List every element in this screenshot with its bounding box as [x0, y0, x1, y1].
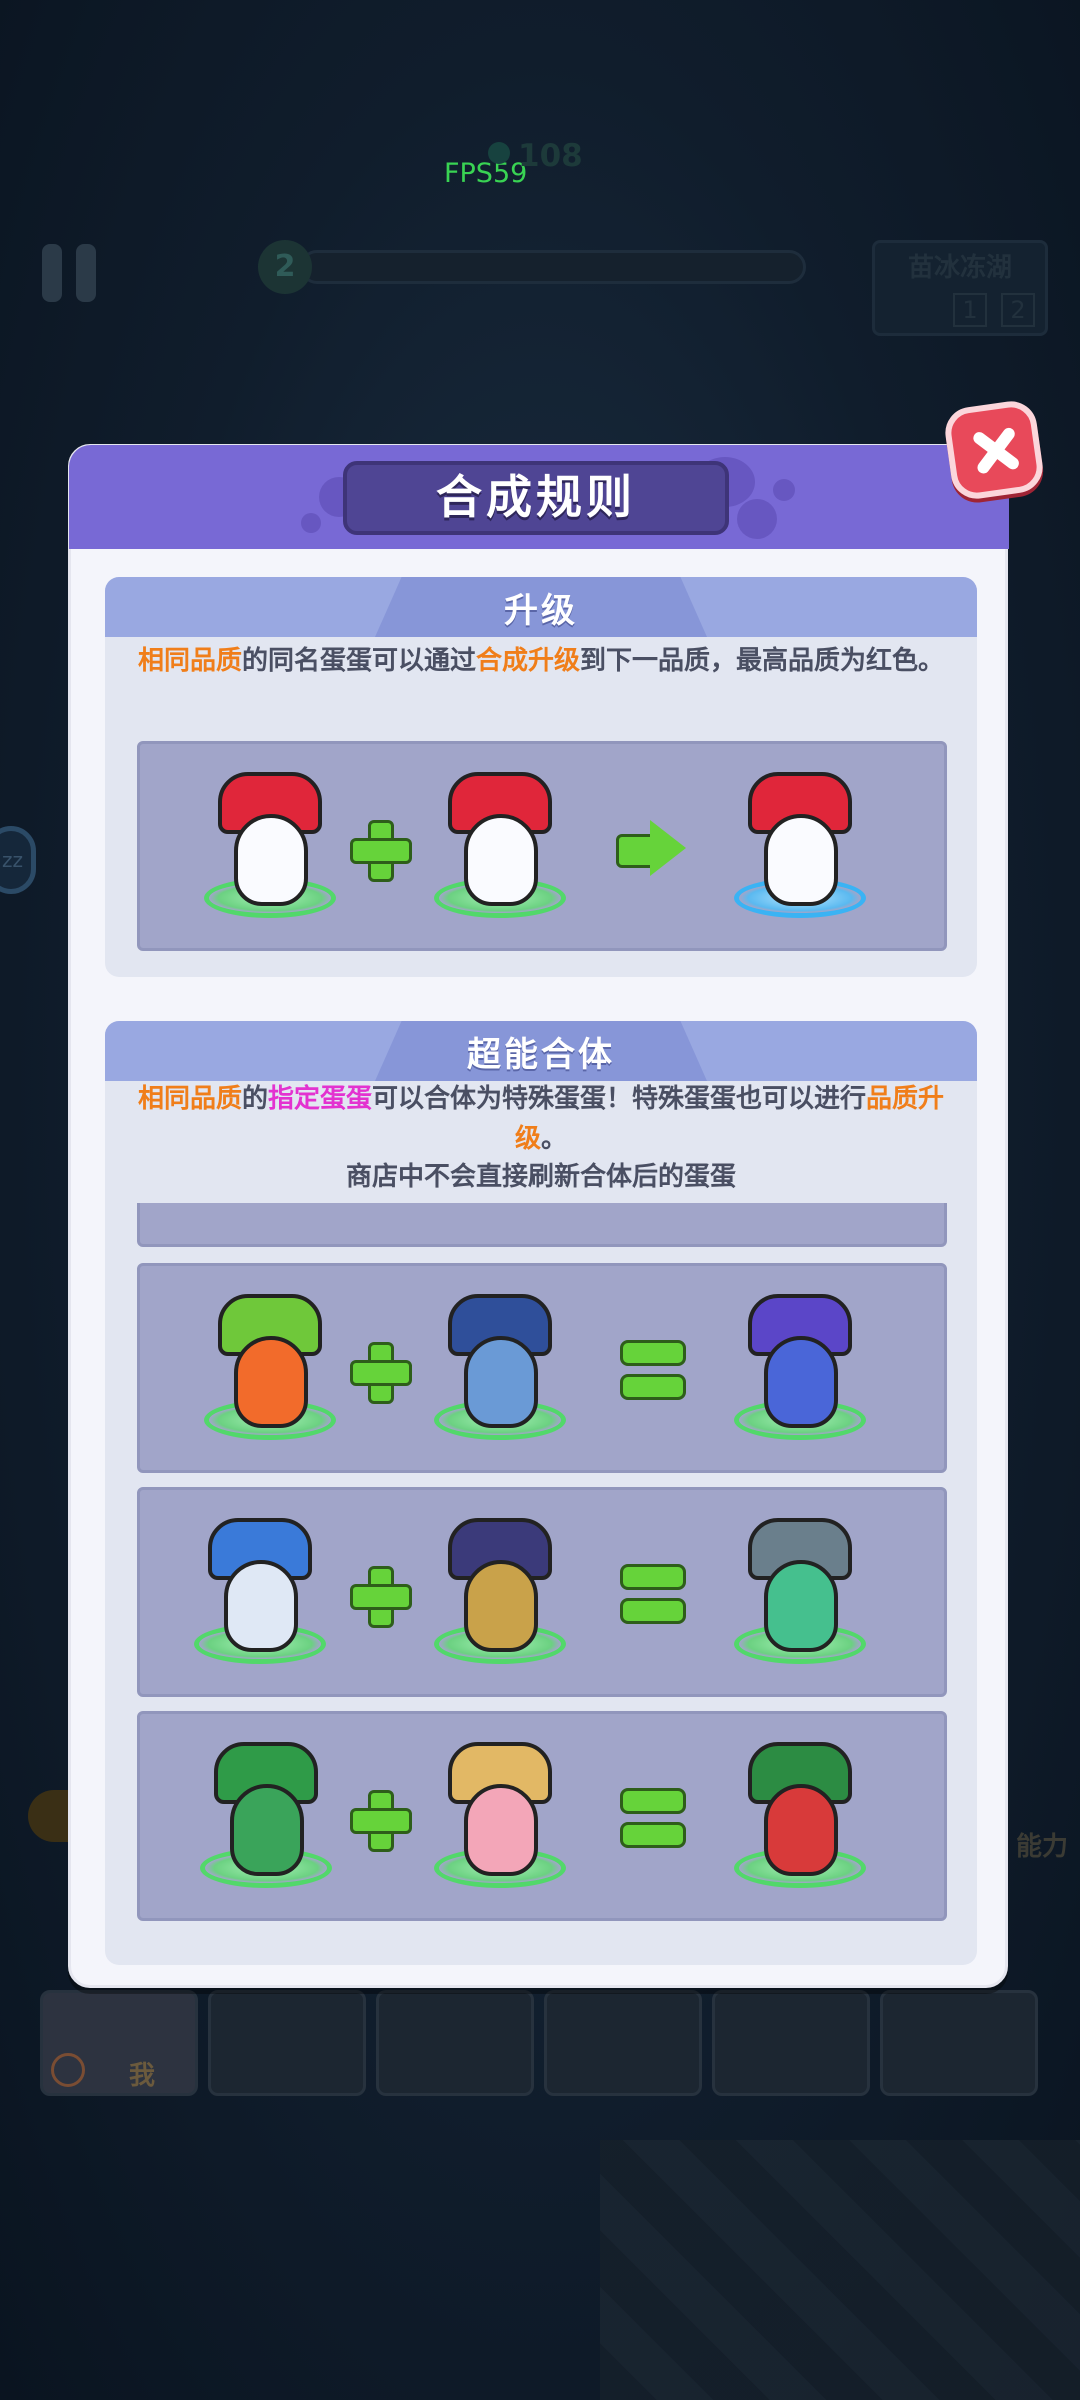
stage-page-total: 2 — [1001, 293, 1035, 327]
unit-slot[interactable] — [544, 1990, 702, 2096]
stage-name: 苗冰冻湖 — [907, 253, 1012, 283]
cyborg-egg-hero — [730, 1510, 870, 1670]
equals-icon — [620, 1564, 686, 1624]
arrow-right-icon — [616, 820, 688, 876]
fusion-header-area: 超能合体 相同品质的指定蛋蛋可以合体为特殊蛋蛋！特殊蛋蛋也可以进行品质升级。 商… — [105, 1021, 977, 1203]
unit-slot[interactable] — [712, 1990, 870, 2096]
fps-counter: FPS59 — [444, 158, 528, 189]
pause-bar-icon — [42, 244, 62, 302]
auto-sleep-button[interactable]: zz — [0, 826, 36, 894]
desc-text: 到下一品质，最高品质为红色。 — [580, 646, 945, 676]
red-egg-hero — [200, 764, 340, 924]
highlight-text: 相同品质 — [137, 646, 242, 676]
plus-icon — [350, 820, 412, 882]
unit-slot[interactable] — [880, 1990, 1038, 2096]
dialog-title: 合成规则 — [343, 461, 729, 535]
reindeer-tree-egg-hero — [196, 1734, 336, 1894]
unit-slot[interactable] — [376, 1990, 534, 2096]
gem-icon — [488, 142, 510, 164]
wave-progress-bar — [300, 250, 806, 284]
egg-body — [464, 1336, 538, 1428]
upgrade-section: 升级 相同品质的同名蛋蛋可以通过合成升级到下一品质，最高品质为红色。 — [105, 577, 977, 977]
equals-icon — [620, 1788, 686, 1848]
fusion-section: 超能合体 相同品质的指定蛋蛋可以合体为特殊蛋蛋！特殊蛋蛋也可以进行品质升级。 商… — [105, 1021, 977, 1965]
plus-icon — [350, 1790, 412, 1852]
wave-badge: 2 — [258, 240, 312, 294]
egg-body — [230, 1784, 304, 1876]
plus-icon — [350, 1342, 412, 1404]
dialog-header: 合成规则 — [69, 445, 1009, 549]
egg-body — [234, 1336, 308, 1428]
robot-egg-hero — [190, 1510, 330, 1670]
upgrade-title: 升级 — [504, 591, 578, 631]
red-egg-hero-upgraded — [730, 764, 870, 924]
stage-page-current: 1 — [953, 293, 987, 327]
pause-bar-icon — [76, 244, 96, 302]
highlight-text: 相同品质 — [137, 1084, 242, 1114]
egg-body — [464, 1784, 538, 1876]
fusion-shop-note: 商店中不会直接刷新合体后的蛋蛋 — [345, 1162, 736, 1192]
egg-body — [224, 1560, 298, 1652]
section-header: 超能合体 — [105, 1021, 977, 1081]
fusion-description: 相同品质的指定蛋蛋可以合体为特殊蛋蛋！特殊蛋蛋也可以进行品质升级。 — [125, 1079, 957, 1159]
equals-icon — [620, 1340, 686, 1400]
header-decor — [301, 513, 321, 533]
farmer-egg-hero — [430, 1734, 570, 1894]
recipe-row — [137, 1263, 947, 1473]
me-label: 我 — [129, 2061, 156, 2091]
egg-body — [234, 814, 308, 906]
christmas-egg-hero — [730, 1734, 870, 1894]
rambo-egg-hero — [430, 1510, 570, 1670]
mech-knight-egg-hero — [730, 1286, 870, 1446]
police-egg-hero — [430, 1286, 570, 1446]
close-button[interactable] — [942, 398, 1046, 502]
desc-text: 可以合体为特殊蛋蛋！特殊蛋蛋也可以进行 — [372, 1084, 867, 1114]
egg-body — [464, 1560, 538, 1652]
desc-text: 的 — [241, 1084, 268, 1114]
highlight-text: 合成升级 — [476, 646, 581, 676]
fusion-recipe-list[interactable] — [105, 1203, 977, 1983]
target-icon — [51, 2053, 85, 2087]
unit-slot[interactable] — [208, 1990, 366, 2096]
egg-body — [764, 1336, 838, 1428]
desc-text: 的同名蛋蛋可以通过 — [241, 646, 476, 676]
clown-egg-hero — [200, 1286, 340, 1446]
merge-rules-dialog: 合成规则 升级 相同品质的同名蛋蛋可以通过合成升级到下一品质，最高品质为红色。 — [68, 444, 1009, 1988]
ability-label: 能力 — [1016, 1832, 1069, 1862]
section-header: 升级 — [105, 577, 977, 637]
unit-slot-bar: 我 — [40, 1990, 1040, 2096]
egg-body — [764, 1560, 838, 1652]
plus-icon — [350, 1566, 412, 1628]
pause-button[interactable] — [40, 244, 100, 304]
floor-tiles — [600, 2140, 1080, 2400]
recipe-row-partial — [137, 1203, 947, 1247]
egg-body — [764, 1784, 838, 1876]
recipe-row — [137, 1487, 947, 1697]
desc-text: 。 — [541, 1124, 568, 1154]
fusion-title: 超能合体 — [467, 1035, 615, 1075]
recipe-row — [137, 1711, 947, 1921]
unit-slot-me[interactable]: 我 — [40, 1990, 198, 2096]
gem-count: 108 — [518, 138, 583, 174]
upgrade-example-panel — [137, 741, 947, 951]
egg-body — [464, 814, 538, 906]
highlight-text: 指定蛋蛋 — [267, 1084, 372, 1114]
header-decor — [773, 479, 795, 501]
upgrade-description: 相同品质的同名蛋蛋可以通过合成升级到下一品质，最高品质为红色。 — [125, 641, 957, 681]
stage-info: 苗冰冻湖 1 2 — [872, 240, 1048, 336]
egg-body — [764, 814, 838, 906]
header-decor — [737, 499, 777, 539]
red-egg-hero — [430, 764, 570, 924]
